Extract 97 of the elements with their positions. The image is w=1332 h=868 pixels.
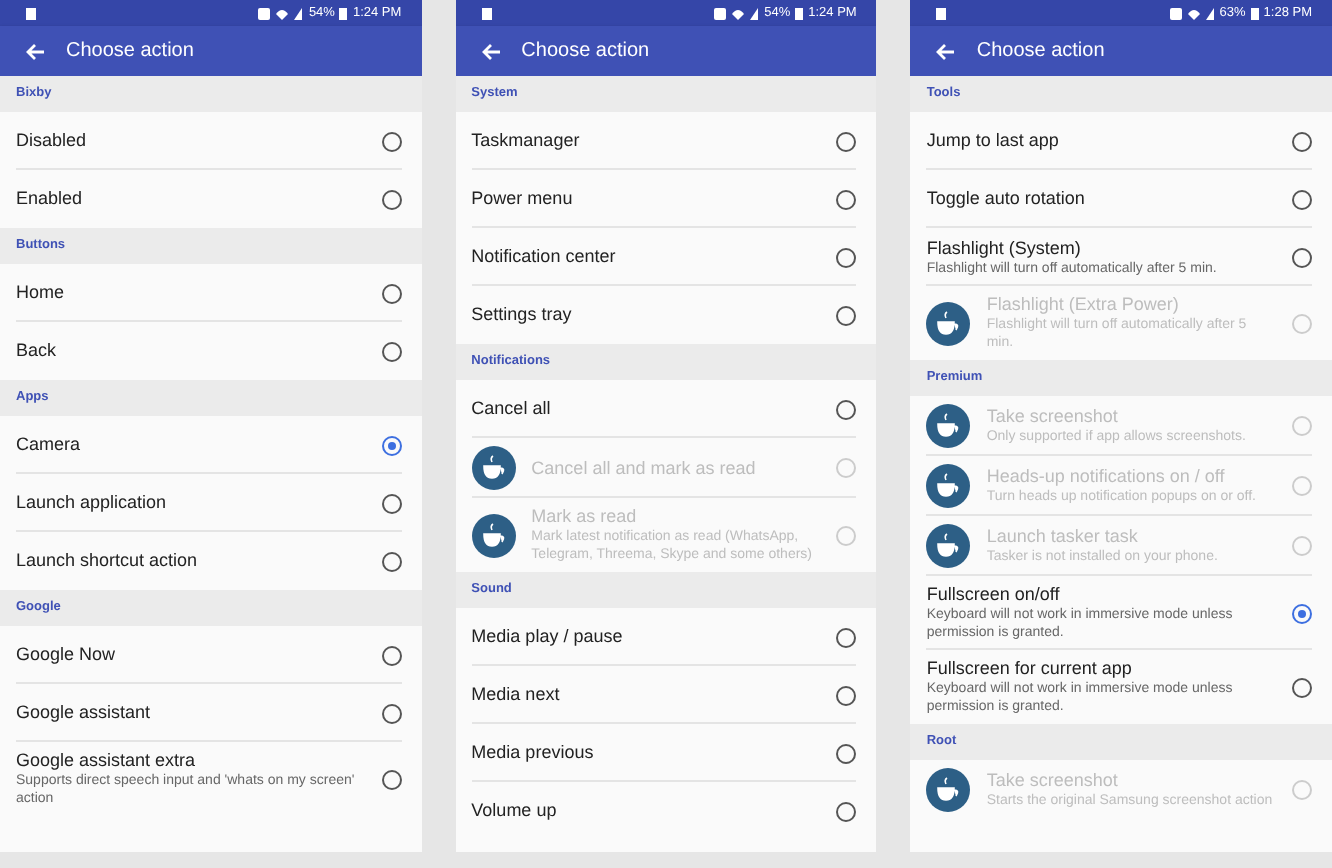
radio-button[interactable] bbox=[836, 743, 857, 763]
action-option[interactable]: Power menu bbox=[455, 170, 877, 228]
action-option[interactable]: Home bbox=[0, 264, 422, 322]
radio-button[interactable] bbox=[381, 189, 402, 209]
action-option[interactable]: Cancel all bbox=[455, 380, 877, 438]
radio-button[interactable] bbox=[836, 131, 857, 151]
back-arrow-icon[interactable] bbox=[479, 41, 502, 61]
option-title: Cancel all bbox=[471, 398, 553, 420]
status-icons bbox=[714, 5, 761, 21]
coffee-cup-icon bbox=[926, 464, 971, 508]
notification-icon bbox=[479, 5, 494, 21]
back-arrow-icon[interactable] bbox=[934, 41, 957, 61]
coffee-cup-icon bbox=[926, 524, 971, 568]
radio-button[interactable] bbox=[381, 435, 402, 455]
option-title: Google assistant extra bbox=[16, 750, 198, 772]
option-title: Flashlight (System) bbox=[926, 237, 1083, 259]
action-option[interactable]: Launch shortcut action bbox=[0, 532, 422, 590]
option-title: Cancel all and mark as read bbox=[531, 457, 758, 479]
option-title: Media next bbox=[471, 684, 562, 706]
action-option[interactable]: Media play / pause bbox=[455, 608, 877, 666]
option-title: Taskmanager bbox=[471, 130, 582, 152]
action-option[interactable]: Google assistant bbox=[0, 684, 422, 742]
toolbar-title: Choose action bbox=[521, 40, 650, 62]
option-title: Mark as read bbox=[531, 506, 639, 528]
option-title: Launch application bbox=[16, 492, 169, 514]
coffee-cup-icon bbox=[926, 404, 971, 448]
battery-icon bbox=[794, 5, 805, 21]
radio-button[interactable] bbox=[1292, 603, 1313, 623]
action-option[interactable]: Media previous bbox=[455, 724, 877, 782]
option-title: Google assistant bbox=[16, 702, 153, 724]
option-title: Fullscreen for current app bbox=[926, 658, 1134, 680]
option-title: Media play / pause bbox=[471, 626, 625, 648]
option-title: Launch tasker task bbox=[986, 526, 1140, 548]
coffee-cup-icon bbox=[471, 513, 516, 557]
option-title: Volume up bbox=[471, 800, 559, 822]
action-option[interactable]: Media next bbox=[455, 666, 877, 724]
radio-button[interactable] bbox=[1292, 677, 1313, 697]
action-option[interactable]: Launch application bbox=[0, 474, 422, 532]
option-title: Google Now bbox=[16, 644, 118, 666]
action-option[interactable]: Settings tray bbox=[455, 286, 877, 344]
radio-button[interactable] bbox=[836, 801, 857, 821]
toolbar-title: Choose action bbox=[66, 40, 194, 62]
option-title: Flashlight (Extra Power) bbox=[986, 294, 1181, 316]
radio-button[interactable] bbox=[381, 551, 402, 571]
action-option[interactable]: Taskmanager bbox=[455, 112, 877, 170]
notification-icon bbox=[24, 5, 38, 21]
radio-button[interactable] bbox=[381, 493, 402, 513]
option-title: Jump to last app bbox=[926, 130, 1061, 152]
radio-button[interactable] bbox=[836, 189, 857, 209]
coffee-cup-icon bbox=[926, 768, 971, 812]
action-option[interactable]: Jump to last app bbox=[910, 112, 1332, 170]
radio-button[interactable] bbox=[1292, 131, 1313, 151]
radio-button[interactable] bbox=[836, 305, 857, 325]
action-option[interactable]: Volume up bbox=[455, 782, 877, 840]
action-option[interactable]: Google Now bbox=[0, 626, 422, 684]
radio-button[interactable] bbox=[381, 703, 402, 723]
action-option[interactable]: Disabled bbox=[0, 112, 422, 170]
action-option[interactable]: Notification center bbox=[455, 228, 877, 286]
option-title: Back bbox=[16, 340, 59, 362]
radio-button[interactable] bbox=[836, 685, 857, 705]
radio-button[interactable] bbox=[836, 247, 857, 267]
coffee-cup-icon bbox=[926, 301, 971, 345]
radio-button[interactable] bbox=[381, 131, 402, 151]
action-option[interactable]: Toggle auto rotation bbox=[910, 170, 1332, 228]
option-title: Disabled bbox=[16, 130, 89, 152]
radio-button[interactable] bbox=[381, 769, 402, 789]
radio-button[interactable] bbox=[381, 283, 402, 303]
status-icons bbox=[1169, 5, 1216, 21]
radio-button[interactable] bbox=[1292, 247, 1313, 267]
option-title: Enabled bbox=[16, 188, 85, 210]
action-option[interactable]: Back bbox=[0, 322, 422, 380]
radio-button[interactable] bbox=[836, 627, 857, 647]
option-title: Take screenshot bbox=[986, 406, 1120, 428]
status-icons bbox=[258, 5, 305, 21]
battery-icon bbox=[1249, 5, 1260, 21]
toolbar-title: Choose action bbox=[976, 40, 1105, 62]
radio-button[interactable] bbox=[381, 645, 402, 665]
option-title: Toggle auto rotation bbox=[926, 188, 1087, 210]
option-title: Launch shortcut action bbox=[16, 550, 200, 572]
notification-icon bbox=[934, 5, 949, 21]
option-title: Camera bbox=[16, 434, 83, 456]
action-option[interactable]: Camera bbox=[0, 416, 422, 474]
option-title: Fullscreen on/off bbox=[926, 584, 1062, 606]
action-option[interactable]: Enabled bbox=[0, 170, 422, 228]
radio-button[interactable] bbox=[381, 341, 402, 361]
radio-button[interactable] bbox=[1292, 189, 1313, 209]
battery-icon bbox=[338, 5, 349, 21]
option-title: Power menu bbox=[471, 188, 575, 210]
option-title: Heads-up notifications on / off bbox=[986, 466, 1227, 488]
option-title: Notification center bbox=[471, 246, 618, 268]
back-arrow-icon[interactable] bbox=[24, 41, 46, 61]
radio-button[interactable] bbox=[836, 399, 857, 419]
coffee-cup-icon bbox=[471, 446, 516, 490]
option-title: Media previous bbox=[471, 742, 596, 764]
option-title: Settings tray bbox=[471, 304, 574, 326]
option-title: Take screenshot bbox=[986, 770, 1120, 792]
option-title: Home bbox=[16, 282, 67, 304]
